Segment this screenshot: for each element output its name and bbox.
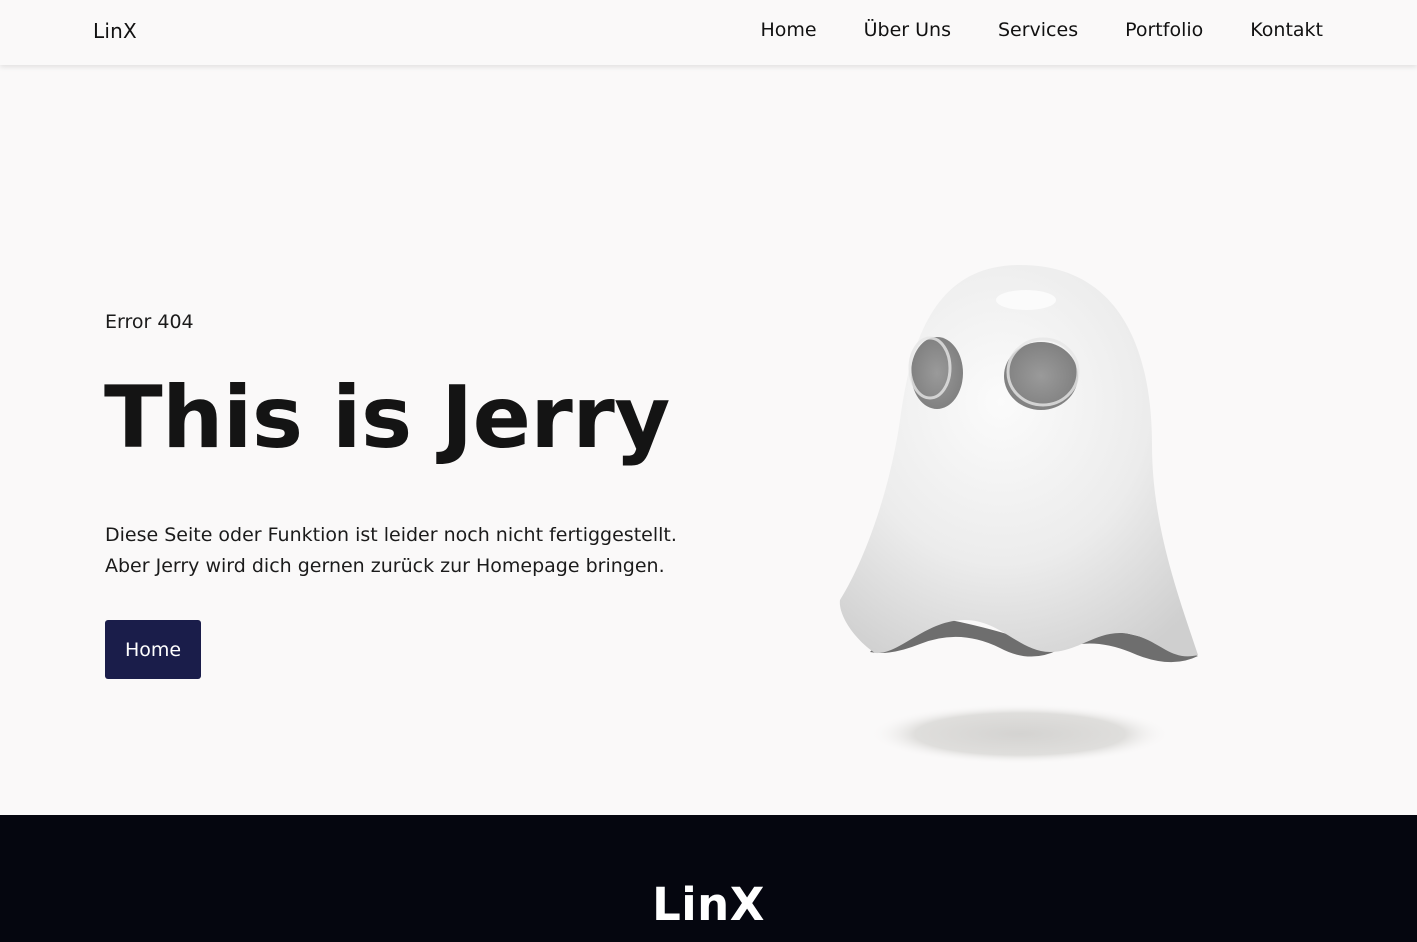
error-code-label: Error 404 (105, 311, 194, 333)
nav-link-kontakt[interactable]: Kontakt (1250, 19, 1323, 41)
ghost-highlight (996, 290, 1056, 310)
ghost-icon (839, 265, 1198, 764)
nav-list: Home Über Uns Services Portfolio Kontakt (761, 19, 1324, 41)
site-footer: LinX (0, 815, 1417, 942)
nav-link-portfolio[interactable]: Portfolio (1125, 19, 1203, 41)
error-description-line-1: Diese Seite oder Funktion ist leider noc… (105, 524, 677, 546)
nav-link-home[interactable]: Home (761, 19, 817, 41)
ghost-illustration (830, 260, 1210, 770)
ghost-shadow (870, 704, 1170, 764)
nav-item-kontakt: Kontakt (1250, 19, 1323, 41)
home-button[interactable]: Home (105, 620, 201, 679)
brand-logo-link[interactable]: LinX (93, 19, 137, 43)
error-hero-section: Error 404 This is Jerry Diese Seite oder… (0, 65, 1417, 815)
nav-link-ueber-uns[interactable]: Über Uns (864, 19, 951, 41)
top-navigation-bar: LinX Home Über Uns Services Portfolio Ko… (0, 0, 1417, 65)
nav-item-ueber-uns: Über Uns (864, 19, 951, 41)
ghost-body (839, 265, 1198, 657)
nav-item-services: Services (998, 19, 1078, 41)
nav-item-home: Home (761, 19, 817, 41)
page-title: This is Jerry (104, 368, 670, 468)
error-description-line-2: Aber Jerry wird dich gernen zurück zur H… (105, 555, 665, 577)
footer-brand-logo: LinX (652, 878, 765, 931)
nav-item-portfolio: Portfolio (1125, 19, 1203, 41)
error-description: Diese Seite oder Funktion ist leider noc… (105, 520, 745, 582)
ghost-left-eye (911, 337, 963, 409)
nav-link-services[interactable]: Services (998, 19, 1078, 41)
